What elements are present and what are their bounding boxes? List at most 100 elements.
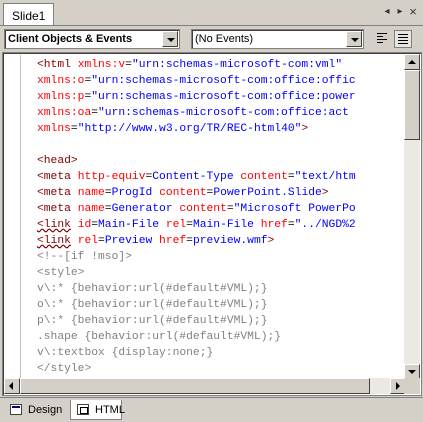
code-token: "../NGD%2	[294, 219, 356, 231]
code-line: <head>	[37, 153, 406, 169]
code-token: Generator	[111, 203, 180, 215]
code-token: ProgId	[111, 187, 160, 199]
code-token: name	[77, 187, 105, 199]
scroll-left-button[interactable]	[4, 378, 20, 394]
code-line: <link id=Main-File rel=Main-File href=".…	[37, 217, 406, 233]
justify-icon	[398, 34, 408, 46]
code-token: name	[77, 203, 105, 215]
scroll-up-button[interactable]	[404, 54, 420, 70]
code-line: <!--[if !mso]>	[37, 249, 406, 265]
code-token: v\:textbox {display:none;}	[37, 347, 214, 359]
code-token: >	[321, 187, 329, 199]
chevron-down-icon[interactable]	[162, 31, 178, 47]
code-line: v\:textbox {display:none;}	[37, 345, 406, 361]
code-token: =	[287, 219, 295, 231]
code-line: <meta name=Generator content="Microsoft …	[37, 201, 406, 217]
close-window-icon[interactable]: ×	[406, 5, 420, 19]
code-token: <html	[37, 59, 78, 71]
code-token: PowerPoint.Slide	[213, 187, 322, 199]
code-text-area[interactable]: <html xmlns:v = "urn:schemas-microsoft-com…	[37, 57, 406, 379]
horizontal-scrollbar[interactable]	[4, 378, 406, 394]
code-token: =	[287, 171, 295, 183]
code-token: >	[301, 123, 309, 135]
code-line: o\:* {behavior:url(#default#VML);}	[37, 297, 406, 313]
code-line: .shape {behavior:url(#default#VML);}	[37, 329, 406, 345]
code-line: xmlns:o="urn:schemas-microsoft-com:offic…	[37, 73, 406, 89]
code-token: Main-File	[192, 219, 261, 231]
code-token: <link	[37, 219, 71, 231]
code-line: xmlns:p="urn:schemas-microsoft-com:offic…	[37, 89, 406, 105]
code-token: xmlns:v	[77, 59, 126, 71]
code-token: "text/htm	[294, 171, 356, 183]
events-value: (No Events)	[195, 33, 254, 45]
next-window-icon[interactable]: ▸	[393, 5, 407, 19]
html-code-editor[interactable]: <html xmlns:v = "urn:schemas-microsoft-com…	[2, 52, 422, 396]
code-token: <link	[37, 235, 71, 247]
code-token: Content-Type	[152, 171, 241, 183]
editor-gutter	[5, 55, 21, 380]
align-left-icon	[377, 33, 387, 45]
code-token: "urn:schemas-microsoft-com:vml"	[131, 59, 343, 71]
vertical-scrollbar[interactable]	[404, 54, 420, 380]
code-token: xmlns	[37, 123, 71, 135]
code-token: content	[159, 187, 207, 199]
code-token: =	[186, 235, 193, 247]
code-token: v\:* {behavior:url(#default#VML);}	[37, 283, 268, 295]
code-token: content	[179, 203, 227, 215]
code-token: "urn:schemas-microsoft-com:office:offic	[91, 75, 356, 87]
code-token: <meta	[37, 187, 78, 199]
tab-slide1-label: Slide1	[12, 9, 46, 23]
code-token: Main-File	[98, 219, 166, 231]
code-token: o\:* {behavior:url(#default#VML);}	[37, 299, 268, 311]
code-token: href	[260, 219, 288, 231]
code-token: .shape {behavior:url(#default#VML);}	[37, 331, 282, 343]
tab-design-label: Design	[28, 404, 63, 416]
tab-design[interactable]: Design	[4, 400, 68, 420]
tab-html-label: HTML	[95, 404, 125, 416]
code-token: >	[267, 235, 275, 247]
code-token: rel	[77, 235, 99, 247]
view-tabs: Design HTML	[0, 397, 423, 422]
code-token: rel	[165, 219, 187, 231]
code-token: <meta	[37, 171, 78, 183]
code-token: "urn:schemas-microsoft-com:office:act	[98, 107, 349, 119]
code-token: =	[91, 219, 99, 231]
code-token: xmlns:oa	[37, 107, 92, 119]
code-token: =	[226, 203, 234, 215]
code-token: "urn:schemas-microsoft-com:office:power	[91, 91, 356, 103]
justify-button[interactable]	[394, 30, 412, 48]
html-view-icon	[77, 404, 89, 415]
client-objects-value: Client Objects & Events	[8, 33, 133, 45]
code-token: <!--[if !mso]>	[37, 251, 132, 263]
code-token: =	[186, 219, 193, 231]
script-toolbar: Client Objects & Events (No Events)	[0, 26, 423, 52]
code-token: <head>	[37, 155, 78, 167]
code-line: xmlns:oa="urn:schemas-microsoft-com:offi…	[37, 105, 406, 121]
code-line: xmlns="http://www.w3.org/TR/REC-html40">	[37, 121, 406, 137]
design-view-icon	[10, 404, 22, 415]
code-token: preview.wmf	[192, 235, 268, 247]
code-line: v\:* {behavior:url(#default#VML);}	[37, 281, 406, 297]
code-token: <meta	[37, 203, 78, 215]
code-token: =	[70, 123, 78, 135]
code-token: =	[104, 187, 112, 199]
document-tab-strip: Slide1 ◂ ▸ ×	[0, 0, 423, 26]
code-token: =	[98, 235, 105, 247]
code-token: content	[240, 171, 288, 183]
align-left-button[interactable]	[374, 30, 392, 48]
horizontal-scroll-thumb[interactable]	[20, 378, 370, 394]
tab-slide1[interactable]: Slide1	[3, 3, 54, 26]
code-token: href	[159, 235, 187, 247]
chevron-down-icon[interactable]	[346, 31, 362, 47]
client-objects-dropdown[interactable]: Client Objects & Events	[4, 29, 180, 49]
code-token: Preview	[104, 235, 160, 247]
code-line: <html xmlns:v="urn:schemas-microsoft-com…	[37, 57, 406, 73]
tab-html[interactable]: HTML	[70, 400, 125, 420]
vertical-scroll-thumb[interactable]	[404, 70, 420, 140]
code-token: </style>	[37, 363, 92, 375]
code-token: "Microsoft PowerPo	[233, 203, 356, 215]
prev-window-icon[interactable]: ◂	[380, 5, 394, 19]
events-dropdown[interactable]: (No Events)	[191, 29, 364, 49]
